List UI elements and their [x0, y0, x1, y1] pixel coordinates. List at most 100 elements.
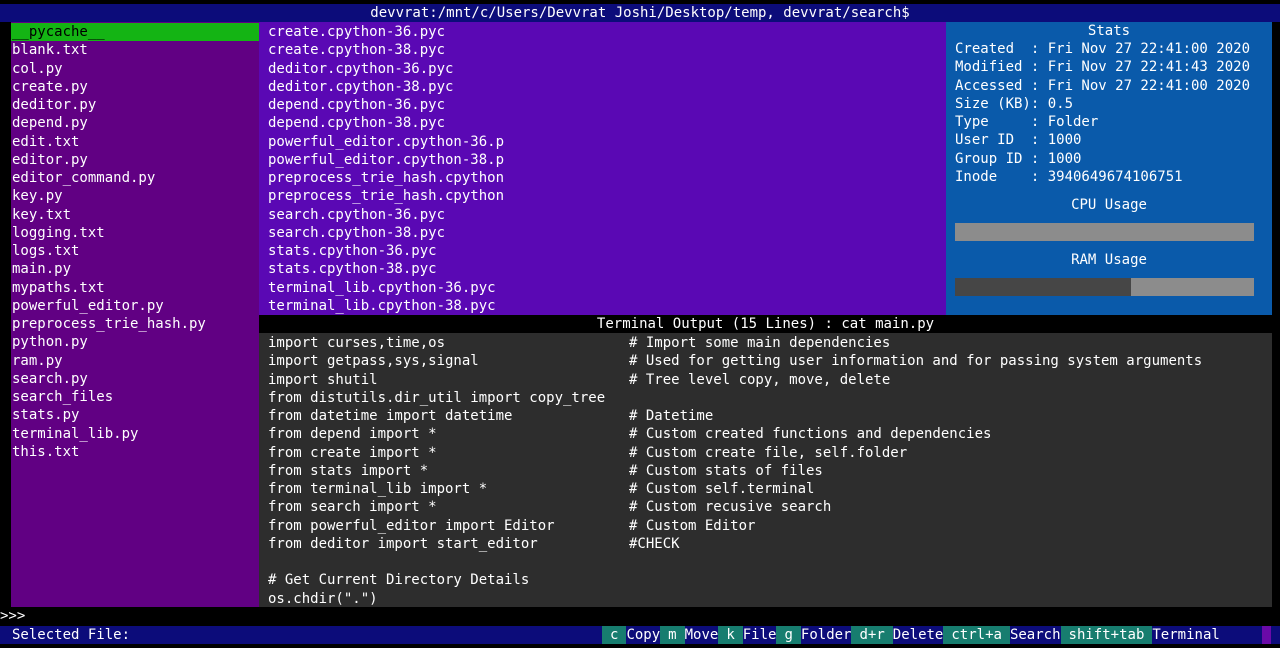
ram-usage-bar	[955, 278, 1254, 296]
file-list-item[interactable]: search_files	[11, 388, 259, 406]
stats-row: Accessed : Fri Nov 27 22:41:00 2020	[955, 77, 1251, 94]
terminal-line-comment: # Used for getting user information and …	[629, 353, 1203, 370]
folder-preview-item[interactable]: powerful_editor.cpython-36.p	[268, 133, 946, 151]
folder-preview-item[interactable]: preprocess_trie_hash.cpython	[268, 169, 946, 187]
stats-row: Type : Folder	[955, 114, 1099, 130]
terminal-line: # Get Current Directory Details	[268, 571, 1272, 589]
file-list-item[interactable]: preprocess_trie_hash.py	[11, 315, 259, 333]
file-list-item[interactable]: col.py	[11, 60, 259, 78]
folder-preview-item[interactable]: create.cpython-38.pyc	[268, 41, 946, 59]
terminal-line-comment: # Custom Editor	[629, 517, 756, 534]
terminal-line-code: # Get Current Directory Details	[268, 572, 530, 589]
file-list-item[interactable]: edit.txt	[11, 133, 259, 151]
file-list-item[interactable]: main.py	[11, 260, 259, 278]
shortcut-key[interactable]: shift+tab	[1060, 626, 1153, 644]
folder-preview-item[interactable]: terminal_lib.cpython-36.pyc	[268, 279, 946, 297]
command-prompt[interactable]: >>>	[0, 607, 25, 625]
file-list-item[interactable]: powerful_editor.py	[11, 297, 259, 315]
folder-preview-item[interactable]: preprocess_trie_hash.cpython	[268, 187, 946, 205]
terminal-line: os.chdir(".")	[268, 590, 1272, 608]
folder-preview-item[interactable]: powerful_editor.cpython-38.p	[268, 151, 946, 169]
cpu-usage-bar	[955, 223, 1254, 241]
file-list-item[interactable]: logging.txt	[11, 224, 259, 242]
terminal-line: from search import * # Custom recusive se…	[268, 498, 1272, 516]
terminal-line-comment: # Tree level copy, move, delete	[629, 371, 891, 388]
terminal-line: from depend import * # Custom created fun…	[268, 425, 1272, 443]
folder-preview-item[interactable]: terminal_lib.cpython-38.pyc	[268, 297, 946, 315]
terminal-line: import curses,time,os # Import some main …	[268, 334, 1272, 352]
folder-preview-item[interactable]: depend.cpython-38.pyc	[268, 114, 946, 132]
terminal-output-pane[interactable]: Terminal Output (15 Lines) : cat main.py…	[259, 315, 1272, 607]
folder-preview-item[interactable]: create.cpython-36.pyc	[268, 23, 946, 41]
window-title: devvrat:/mnt/c/Users/Devvrat Joshi/Deskt…	[0, 4, 1280, 22]
stats-pane: Stats Created : Fri Nov 27 22:41:00 2020…	[946, 22, 1272, 315]
file-list-item[interactable]: ram.py	[11, 352, 259, 370]
folder-preview-item[interactable]: deditor.cpython-36.pyc	[268, 60, 946, 78]
folder-preview-item[interactable]: stats.cpython-36.pyc	[268, 242, 946, 260]
file-list-item[interactable]: create.py	[11, 78, 259, 96]
shortcut-action: Delete	[892, 627, 944, 643]
terminal-line-code: from deditor import start_editor	[268, 535, 538, 552]
terminal-line-comment: # Custom recusive search	[629, 499, 832, 516]
file-list-item[interactable]: key.txt	[11, 206, 259, 224]
terminal-line-comment: # Import some main dependencies	[629, 335, 891, 351]
terminal-line-code: import curses,time,os	[268, 335, 446, 351]
terminal-line-comment: #CHECK	[629, 535, 680, 552]
stats-row: Size (KB): 0.5	[955, 95, 1074, 112]
terminal-line-code: import getpass,sys,signal	[268, 353, 479, 370]
file-list-item[interactable]: key.py	[11, 187, 259, 205]
selected-file-label: Selected File:	[12, 627, 131, 643]
file-list-item[interactable]: stats.py	[11, 406, 259, 424]
file-list-item[interactable]: search.py	[11, 370, 259, 388]
file-list-item[interactable]: depend.py	[11, 114, 259, 132]
terminal-line-comment: # Custom self.terminal	[629, 481, 815, 497]
folder-preview-item[interactable]: search.cpython-38.pyc	[268, 224, 946, 242]
shortcut-key[interactable]: ctrl+a	[943, 626, 1010, 644]
status-end-marker	[1262, 626, 1271, 644]
folder-preview-item[interactable]: deditor.cpython-38.pyc	[268, 78, 946, 96]
shortcut-key[interactable]: g	[776, 626, 801, 644]
terminal-line: from create import * # Custom create file…	[268, 444, 1272, 462]
folder-preview-item[interactable]: stats.cpython-38.pyc	[268, 260, 946, 278]
terminal-line: import getpass,sys,signal # Used for gett…	[268, 352, 1272, 370]
folder-preview-item[interactable]: depend.cpython-36.pyc	[268, 96, 946, 114]
terminal-line-code: from stats import *	[268, 462, 429, 479]
shortcut-action: Move	[684, 627, 719, 643]
terminal-line-code: import shutil	[268, 371, 378, 388]
folder-preview-item[interactable]: search.cpython-36.pyc	[268, 206, 946, 224]
file-list-item[interactable]: terminal_lib.py	[11, 425, 259, 443]
file-list-item[interactable]: editor_command.py	[11, 169, 259, 187]
shortcut-action: File	[742, 627, 777, 643]
terminal-line-code: from datetime import datetime	[268, 408, 513, 424]
terminal-line-comment: # Datetime	[629, 408, 714, 424]
file-list-item[interactable]: this.txt	[11, 443, 259, 461]
terminal-line-code: from search import *	[268, 499, 437, 516]
terminal-line: from distutils.dir_util import copy_tree	[268, 389, 1272, 407]
file-list-item[interactable]: python.py	[11, 333, 259, 351]
right-edge	[1272, 22, 1280, 607]
file-list-item[interactable]: logs.txt	[11, 242, 259, 260]
shortcut-action: Terminal	[1152, 627, 1220, 643]
shortcut-action: Copy	[626, 627, 661, 643]
stats-row: Modified : Fri Nov 27 22:41:43 2020	[955, 59, 1251, 76]
terminal-line	[268, 553, 1272, 571]
terminal-line-comment: # Custom created functions and dependenc…	[629, 426, 992, 443]
shortcut-key[interactable]: k	[718, 626, 743, 644]
terminal-line: from powerful_editor import Editor # Cust…	[268, 517, 1272, 535]
stats-rows: Created : Fri Nov 27 22:41:00 2020 Modifi…	[946, 40, 1272, 186]
file-list-item[interactable]: blank.txt	[11, 41, 259, 59]
shortcut-key[interactable]: m	[660, 626, 685, 644]
terminal-line: from terminal_lib import * # Custom self.…	[268, 480, 1272, 498]
file-list-item[interactable]: mypaths.txt	[11, 279, 259, 297]
cpu-usage-label: CPU Usage	[1071, 197, 1147, 213]
file-list-item[interactable]: __pycache__	[11, 23, 259, 42]
file-list-item[interactable]: editor.py	[11, 151, 259, 169]
folder-preview-pane: create.cpython-36.pyc create.cpython-38.p…	[259, 22, 946, 315]
terminal-output-body: import curses,time,os # Import some main …	[259, 333, 1272, 608]
ram-usage-label: RAM Usage	[1071, 252, 1147, 268]
stats-row: Created : Fri Nov 27 22:41:00 2020	[955, 41, 1251, 57]
shortcut-key[interactable]: c	[602, 626, 627, 644]
status-bar: Selected File: c Copy m Move k File g Folder d+r…	[0, 626, 1280, 644]
file-list-item[interactable]: deditor.py	[11, 96, 259, 114]
shortcut-key[interactable]: d+r	[851, 626, 893, 644]
